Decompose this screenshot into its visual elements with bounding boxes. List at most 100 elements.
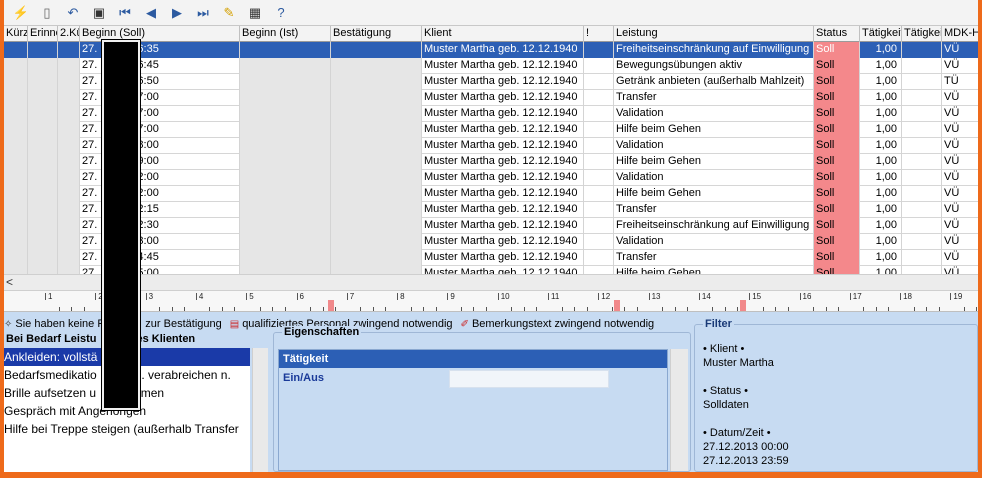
cell-empty bbox=[584, 154, 614, 170]
cell-mdk: VÜ bbox=[942, 218, 978, 234]
notes-icon[interactable]: ✎ bbox=[216, 2, 242, 24]
table-row[interactable]: 27. 07:00 Muster Martha geb. 12.12.1940 Hil… bbox=[4, 122, 978, 138]
cell-taet: 1,00 bbox=[860, 202, 902, 218]
timeline-hour-label: 1 bbox=[44, 292, 53, 301]
properties-header: Tätigkeit bbox=[279, 350, 667, 368]
new-document-icon[interactable]: ▯ bbox=[34, 2, 60, 24]
column-header[interactable]: Klient bbox=[422, 26, 584, 42]
cell-klient: Muster Martha geb. 12.12.1940 bbox=[422, 42, 584, 58]
help-icon[interactable]: ? bbox=[268, 2, 294, 24]
table-row[interactable]: 27. 14:45 Muster Martha geb. 12.12.1940 Tra… bbox=[4, 250, 978, 266]
column-header[interactable]: Tätigkeit bbox=[860, 26, 902, 42]
column-header[interactable]: Beginn (Ist) bbox=[240, 26, 331, 42]
on-demand-scrollbar[interactable] bbox=[252, 348, 268, 472]
cell-empty bbox=[584, 186, 614, 202]
table-row[interactable]: 27. 08:00 Muster Martha geb. 12.12.1940 Val… bbox=[4, 138, 978, 154]
table-row[interactable]: 27. 12:00 Muster Martha geb. 12.12.1940 Val… bbox=[4, 170, 978, 186]
export-icon[interactable]: ▦ bbox=[242, 2, 268, 24]
app-window: ⚡ ▯ ↶ ▣ ⏮ ◀ ▶ ⏭ ✎ ▦ ? KürzErinne2.Kü Begi… bbox=[4, 0, 978, 472]
undo-icon[interactable]: ↶ bbox=[60, 2, 86, 24]
cell-empty bbox=[4, 42, 28, 58]
cell-empty bbox=[28, 234, 58, 250]
cell-empty bbox=[584, 138, 614, 154]
save-icon[interactable]: ▣ bbox=[86, 2, 112, 24]
cell-empty bbox=[4, 154, 28, 170]
property-value-field[interactable] bbox=[449, 370, 609, 388]
scroll-left-icon[interactable]: < bbox=[6, 275, 13, 289]
column-header[interactable]: Status bbox=[814, 26, 860, 42]
cell-empty bbox=[331, 58, 422, 74]
previous-record-icon[interactable]: ◀ bbox=[138, 2, 164, 24]
cell-empty bbox=[240, 250, 331, 266]
timeline-hour-label: 5 bbox=[245, 292, 254, 301]
column-header[interactable]: Erinne bbox=[28, 26, 58, 42]
cell-empty bbox=[4, 186, 28, 202]
cell-empty bbox=[28, 138, 58, 154]
cell-empty bbox=[4, 202, 28, 218]
property-row[interactable]: Ein/Aus bbox=[279, 368, 667, 388]
table-row[interactable]: 27. 12:00 Muster Martha geb. 12.12.1940 Hil… bbox=[4, 186, 978, 202]
table-row[interactable]: 27. 07:00 Muster Martha geb. 12.12.1940 Tra… bbox=[4, 90, 978, 106]
column-header[interactable]: 2.Kü bbox=[58, 26, 80, 42]
timeline-tick bbox=[875, 307, 877, 311]
cell-empty bbox=[902, 90, 942, 106]
column-header[interactable]: ! bbox=[584, 26, 614, 42]
timeline-tick bbox=[636, 307, 638, 311]
cell-empty bbox=[331, 90, 422, 106]
table-row[interactable]: 27. 13:00 Muster Martha geb. 12.12.1940 Val… bbox=[4, 234, 978, 250]
column-header[interactable]: Bestätigung bbox=[331, 26, 422, 42]
column-header[interactable]: Kürz bbox=[4, 26, 28, 42]
last-record-icon[interactable]: ⏭ bbox=[190, 2, 216, 24]
next-record-icon[interactable]: ▶ bbox=[164, 2, 190, 24]
cell-mdk: VÜ bbox=[942, 202, 978, 218]
cell-empty bbox=[28, 186, 58, 202]
table-row[interactable]: 27. 06:50 Muster Martha geb. 12.12.1940 Get… bbox=[4, 74, 978, 90]
list-item-text: Ankleiden: vollstä bbox=[4, 350, 98, 364]
properties-scrollbar[interactable] bbox=[670, 349, 688, 471]
table-row[interactable]: 27. 12:15 Muster Martha geb. 12.12.1940 Tra… bbox=[4, 202, 978, 218]
cell-beginn-date: 27. bbox=[82, 203, 98, 215]
timeline-tick bbox=[561, 307, 563, 311]
cell-status: Soll bbox=[814, 122, 860, 138]
cell-status: Soll bbox=[814, 58, 860, 74]
table-row[interactable]: 27. 07:00 Muster Martha geb. 12.12.1940 Val… bbox=[4, 106, 978, 122]
filter-title: Filter bbox=[703, 318, 734, 330]
cell-empty bbox=[902, 250, 942, 266]
first-record-icon[interactable]: ⏮ bbox=[112, 2, 138, 24]
timeline-tick bbox=[322, 307, 324, 311]
timeline-tick bbox=[159, 307, 161, 311]
column-header[interactable]: MDK-H bbox=[942, 26, 978, 42]
cell-mdk: VÜ bbox=[942, 186, 978, 202]
cell-klient: Muster Martha geb. 12.12.1940 bbox=[422, 58, 584, 74]
lightning-icon[interactable]: ⚡ bbox=[8, 2, 34, 24]
cell-klient: Muster Martha geb. 12.12.1940 bbox=[422, 106, 584, 122]
cell-beginn-date: 27. bbox=[82, 219, 98, 231]
table-row[interactable]: 27. 09:00 Muster Martha geb. 12.12.1940 Hil… bbox=[4, 154, 978, 170]
horizontal-scrollbar[interactable]: < bbox=[4, 274, 978, 290]
cell-empty bbox=[28, 170, 58, 186]
cell-mdk: VÜ bbox=[942, 122, 978, 138]
table-row[interactable]: 27. 15:00 Muster Martha geb. 12.12.1940 Hil… bbox=[4, 266, 978, 274]
table-row[interactable]: 27. 06:45 Muster Martha geb. 12.12.1940 Bew… bbox=[4, 58, 978, 74]
cell-empty bbox=[58, 154, 80, 170]
cell-mdk: VÜ bbox=[942, 90, 978, 106]
list-item[interactable]: Hilfe bei Treppe steigen (außerhalb Tran… bbox=[4, 420, 250, 438]
cell-taet: 1,00 bbox=[860, 90, 902, 106]
timeline-tick bbox=[712, 307, 714, 311]
cell-empty bbox=[240, 234, 331, 250]
cell-empty bbox=[28, 218, 58, 234]
timeline-tick bbox=[662, 307, 664, 311]
timeline-tick bbox=[71, 307, 72, 311]
column-header[interactable]: Leistung bbox=[614, 26, 814, 42]
cell-empty bbox=[58, 42, 80, 58]
timeline-tick bbox=[259, 307, 261, 311]
cell-mdk: VÜ bbox=[942, 106, 978, 122]
timeline-tick bbox=[888, 307, 890, 311]
cell-status: Soll bbox=[814, 170, 860, 186]
table-row[interactable]: 27. 06:35 Muster Martha geb. 12.12.1940 Fre… bbox=[4, 42, 978, 58]
cell-taet: 1,00 bbox=[860, 58, 902, 74]
cell-beginn-date: 27. bbox=[82, 75, 98, 87]
table-row[interactable]: 27. 12:30 Muster Martha geb. 12.12.1940 Fre… bbox=[4, 218, 978, 234]
column-header[interactable]: Tätigkeit bbox=[902, 26, 942, 42]
cell-mdk: TÜ bbox=[942, 74, 978, 90]
